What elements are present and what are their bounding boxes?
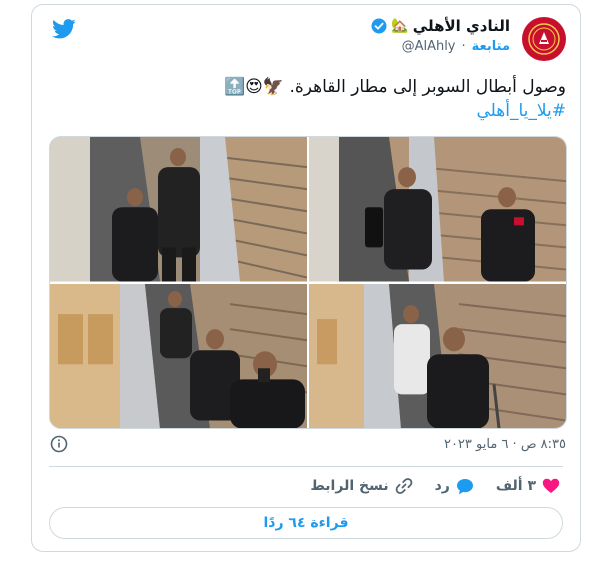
account-name[interactable]: النادي الأهلي xyxy=(413,17,510,35)
escalator-photo-image xyxy=(50,283,307,428)
follow-button[interactable]: متابعة xyxy=(472,39,510,54)
copy-link-label: نسخ الرابط xyxy=(310,478,389,494)
read-replies-button[interactable]: قراءة ٦٤ ردًا xyxy=(49,507,563,539)
author-info: النادي الأهلي 🏡 متابعة · @AlAhly xyxy=(371,17,510,54)
action-bar: ٣ ألف رد نسخ الرابط xyxy=(310,477,560,495)
tweet-timestamp[interactable]: ٨:٣٥ ص · ٦ مايو ٢٠٢٣ xyxy=(444,437,566,452)
reply-label: رد xyxy=(434,478,450,494)
link-icon xyxy=(395,478,412,494)
tweet-text: وصول أبطال السوبر إلى مطار القاهرة. 🦅😍🔝 … xyxy=(46,75,566,123)
like-button[interactable]: ٣ ألف xyxy=(496,478,560,494)
copy-link-button[interactable]: نسخ الرابط xyxy=(310,477,412,495)
info-icon[interactable] xyxy=(50,435,68,453)
house-emoji-icon: 🏡 xyxy=(391,18,409,34)
photo-4[interactable] xyxy=(309,283,566,428)
account-handle[interactable]: @AlAhly xyxy=(402,39,456,54)
heart-icon xyxy=(542,478,560,493)
escalator-photo-image xyxy=(50,137,307,282)
club-crest-icon xyxy=(528,23,560,55)
escalator-photo-image xyxy=(309,283,566,428)
separator-dot: · xyxy=(461,39,466,54)
twitter-logo-icon[interactable] xyxy=(52,19,76,39)
reply-button[interactable]: رد xyxy=(435,478,474,495)
tweet-card: النادي الأهلي 🏡 متابعة · @AlAhly وصول أب… xyxy=(31,4,581,552)
reply-bubble-icon xyxy=(456,478,473,494)
divider xyxy=(49,466,563,467)
tweet-emojis: 🦅😍🔝 xyxy=(223,77,285,97)
photo-1[interactable] xyxy=(50,137,307,282)
tweet-body: وصول أبطال السوبر إلى مطار القاهرة. xyxy=(289,77,566,97)
verified-badge-icon xyxy=(371,18,387,34)
photo-2[interactable] xyxy=(309,137,566,282)
escalator-photo-image xyxy=(309,137,566,282)
timestamp-row: ٨:٣٥ ص · ٦ مايو ٢٠٢٣ xyxy=(50,433,566,455)
like-count: ٣ ألف xyxy=(495,478,536,494)
read-replies-label: قراءة ٦٤ ردًا xyxy=(263,515,349,531)
hashtag-link[interactable]: #يلا_يا_أهلي xyxy=(476,101,566,121)
photo-grid xyxy=(49,136,567,429)
avatar[interactable] xyxy=(522,17,566,61)
photo-3[interactable] xyxy=(50,283,307,428)
